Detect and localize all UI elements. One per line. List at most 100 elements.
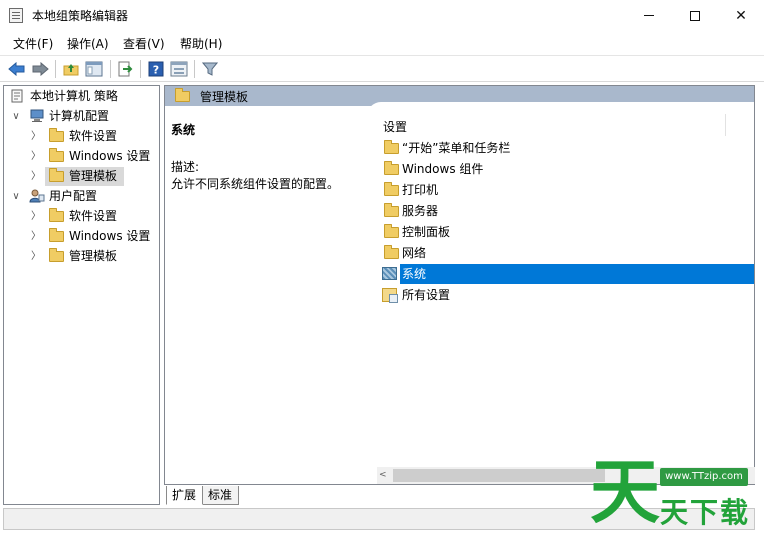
computer-icon <box>30 109 44 122</box>
expand-chevron-icon[interactable]: 〉 <box>31 247 41 266</box>
list-item[interactable]: “开始”菜单和任务栏 <box>384 138 754 158</box>
close-button[interactable]: ✕ <box>718 0 764 31</box>
list-item[interactable]: Windows 组件 <box>384 159 754 179</box>
folder-icon <box>384 203 399 217</box>
details-header-title: 管理模板 <box>200 90 249 104</box>
list-item-selected[interactable]: 系统 <box>382 264 754 284</box>
title-bar: 本地组策略编辑器 ✕ <box>0 0 764 31</box>
folder-icon <box>384 224 399 238</box>
policy-document-icon <box>11 89 23 103</box>
list-item-label: Windows 组件 <box>402 162 484 176</box>
list-item[interactable]: 所有设置 <box>382 285 754 305</box>
window-title: 本地组策略编辑器 <box>32 9 129 23</box>
folder-icon <box>49 168 64 182</box>
tree-item-label: 软件设置 <box>69 129 118 143</box>
tree-item-local-policy[interactable]: 本地计算机 策略 <box>8 87 158 106</box>
show-hide-tree-button[interactable] <box>85 60 103 78</box>
tree-item-computer-admin-templates[interactable]: 〉 管理模板 <box>8 167 158 186</box>
list-item[interactable]: 网络 <box>384 243 754 263</box>
minimize-icon <box>644 15 654 16</box>
column-header-setting[interactable]: 设置 <box>383 118 407 135</box>
tree-pane: 本地计算机 策略 ∨ 计算机配置 〉 软件设置 〉 Windows 设置 〉 管… <box>3 85 160 505</box>
list-item-label: 控制面板 <box>402 225 451 239</box>
menu-file[interactable]: 文件(F) <box>13 35 53 52</box>
expand-chevron-icon[interactable]: 〉 <box>31 167 41 186</box>
forward-button[interactable] <box>31 60 49 78</box>
folder-icon <box>49 248 64 262</box>
menu-bar: 文件(F) 操作(A) 查看(V) 帮助(H) <box>0 32 764 54</box>
toolbar-separator <box>140 60 141 78</box>
folder-icon <box>384 245 399 259</box>
tree-item-label: 本地计算机 策略 <box>30 89 118 103</box>
description-text: 允许不同系统组件设置的配置。 <box>171 177 340 191</box>
expand-chevron-icon[interactable]: 〉 <box>31 227 41 246</box>
column-separator[interactable] <box>725 114 726 136</box>
list-item[interactable]: 服务器 <box>384 201 754 221</box>
folder-icon <box>49 208 64 222</box>
tree-item-computer-config[interactable]: ∨ 计算机配置 <box>8 107 158 126</box>
folder-icon <box>49 148 64 162</box>
close-icon: ✕ <box>735 7 747 24</box>
expand-chevron-icon[interactable]: 〉 <box>31 127 41 146</box>
watermark-url: www.TTzip.com <box>660 468 748 486</box>
list-item-label: 打印机 <box>402 183 439 197</box>
tree-item-label: 管理模板 <box>69 169 118 183</box>
menu-action[interactable]: 操作(A) <box>67 35 109 52</box>
tree-item-computer-windows-settings[interactable]: 〉 Windows 设置 <box>8 147 158 166</box>
list-item-label: 服务器 <box>402 204 439 218</box>
policy-editor-app-icon <box>9 8 23 23</box>
menu-view[interactable]: 查看(V) <box>123 35 165 52</box>
tree-item-user-admin-templates[interactable]: 〉 管理模板 <box>8 247 158 266</box>
tree-item-computer-software-settings[interactable]: 〉 软件设置 <box>8 127 158 146</box>
list-item-label: 网络 <box>402 246 427 260</box>
tab-extended[interactable]: 扩展 <box>166 486 203 505</box>
user-config-icon <box>29 189 45 203</box>
watermark-text: 天下载 <box>660 496 751 529</box>
properties-button[interactable] <box>170 60 188 78</box>
tree-item-label: 计算机配置 <box>49 109 110 123</box>
folder-icon <box>384 161 399 175</box>
svg-text:?: ? <box>153 64 159 77</box>
description-label: 描述: <box>171 160 200 174</box>
tab-standard[interactable]: 标准 <box>202 486 239 505</box>
help-icon: ? <box>148 61 164 77</box>
tree-item-user-config[interactable]: ∨ 用户配置 <box>8 187 158 206</box>
toolbar-separator <box>194 60 195 78</box>
toolbar-separator <box>110 60 111 78</box>
list-item-label: 所有设置 <box>402 288 451 302</box>
folder-icon <box>49 128 64 142</box>
list-item[interactable]: 控制面板 <box>384 222 754 242</box>
back-button[interactable] <box>8 60 26 78</box>
folder-icon <box>175 88 190 102</box>
list-item-label: “开始”菜单和任务栏 <box>402 141 511 155</box>
up-one-level-button[interactable] <box>62 60 80 78</box>
toolbar: ? <box>0 55 764 82</box>
list-item[interactable]: 打印机 <box>384 180 754 200</box>
toolbar-separator <box>55 60 56 78</box>
tree-item-user-windows-settings[interactable]: 〉 Windows 设置 <box>8 227 158 246</box>
filter-icon <box>202 62 218 76</box>
collapse-chevron-icon[interactable]: ∨ <box>11 107 21 126</box>
tree-item-label: 用户配置 <box>49 189 98 203</box>
folder-icon <box>384 182 399 196</box>
expand-chevron-icon[interactable]: 〉 <box>31 147 41 166</box>
tree-item-user-software-settings[interactable]: 〉 软件设置 <box>8 207 158 226</box>
minimize-button[interactable] <box>626 0 672 31</box>
folder-icon <box>384 140 399 154</box>
properties-icon <box>170 61 188 77</box>
help-button[interactable]: ? <box>147 60 165 78</box>
filter-button[interactable] <box>201 60 219 78</box>
list-item-label: 系统 <box>400 264 754 284</box>
export-list-icon <box>118 61 133 77</box>
collapse-chevron-icon[interactable]: ∨ <box>11 187 21 206</box>
folder-up-icon <box>63 64 79 76</box>
forward-arrow-icon <box>32 62 49 76</box>
details-pane: 管理模板 系统 描述: 允许不同系统组件设置的配置。 设置 “开始”菜单和任务栏… <box>164 85 755 485</box>
maximize-button[interactable] <box>672 0 718 31</box>
export-list-button[interactable] <box>116 60 134 78</box>
menu-help[interactable]: 帮助(H) <box>180 35 222 52</box>
folder-icon <box>49 228 64 242</box>
scroll-left-icon[interactable]: < <box>379 470 387 480</box>
expand-chevron-icon[interactable]: 〉 <box>31 207 41 226</box>
scrollbar-thumb[interactable] <box>393 469 605 482</box>
